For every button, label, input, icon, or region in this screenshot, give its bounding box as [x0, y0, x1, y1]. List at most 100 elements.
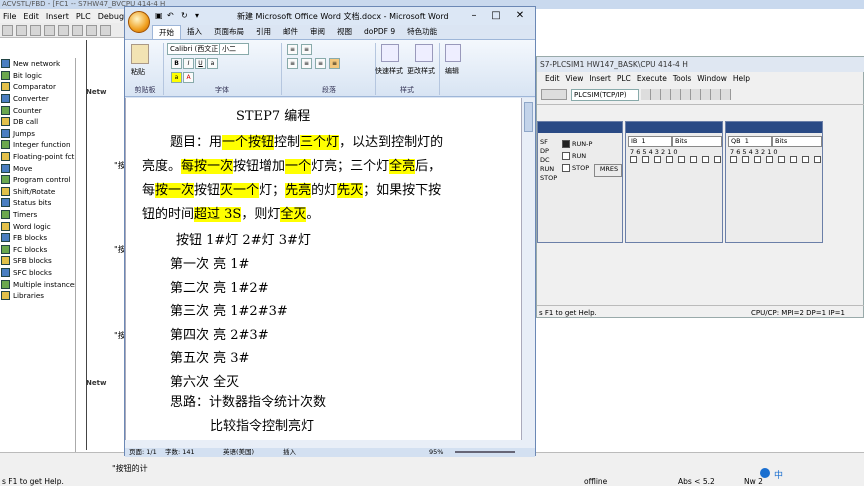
tree-item[interactable]: Counter — [0, 104, 75, 116]
horizontal-scrollbar[interactable] — [125, 440, 535, 448]
ime-lang-indicator[interactable]: 中 — [774, 468, 783, 481]
highlight-icon[interactable]: a — [171, 72, 182, 83]
tree-item[interactable]: SFC blocks — [0, 267, 75, 279]
bullets-icon[interactable]: ≡ — [287, 44, 298, 55]
copy-icon[interactable] — [72, 25, 83, 36]
change-styles-button[interactable]: 更改样式 — [407, 66, 435, 76]
tree-item[interactable]: New network — [0, 58, 75, 70]
zoom-slider[interactable] — [455, 451, 515, 453]
ribbon-tab[interactable]: 页面布局 — [208, 25, 250, 39]
paste-icon[interactable] — [86, 25, 97, 36]
qat-dropdown-icon[interactable]: ▾ — [195, 11, 199, 20]
plcsim-menu-plc[interactable]: PLC — [617, 72, 631, 85]
plcsim-tool-icons[interactable] — [641, 89, 731, 100]
ribbon-tab[interactable]: 视图 — [331, 25, 358, 39]
cpu-panel-header[interactable] — [538, 122, 622, 133]
plcsim-menu-window[interactable]: Window — [697, 72, 727, 85]
run-checkbox[interactable]: RUN — [562, 152, 586, 160]
save-icon[interactable]: ▣ — [155, 11, 163, 20]
new-icon[interactable] — [2, 25, 13, 36]
ribbon-tab[interactable]: 开始 — [152, 25, 181, 39]
tree-item[interactable]: SFB blocks — [0, 255, 75, 267]
tree-item[interactable]: FB blocks — [0, 232, 75, 244]
paste-button[interactable]: 粘贴 — [131, 67, 145, 77]
tree-item[interactable]: DB call — [0, 116, 75, 128]
toolbar-buttons[interactable] — [541, 89, 567, 100]
plcsim-menu-help[interactable]: Help — [733, 72, 750, 85]
ib-address[interactable]: IB 1 — [628, 136, 672, 147]
align-left-icon[interactable]: ≡ — [287, 58, 298, 69]
ribbon-tab[interactable]: 特色功能 — [401, 25, 443, 39]
tree-item[interactable]: Integer function — [0, 139, 75, 151]
mres-button[interactable]: MRES — [594, 164, 622, 177]
ib-bit-checkboxes[interactable] — [630, 156, 721, 163]
qb-address[interactable]: QB 1 — [728, 136, 772, 147]
ribbon-tab[interactable]: 插入 — [181, 25, 208, 39]
maximize-button[interactable]: □ — [489, 10, 503, 22]
menu-item-plc[interactable]: PLC — [76, 12, 91, 21]
ribbon-tab[interactable]: doPDF 9 — [358, 25, 401, 39]
menu-item-file[interactable]: File — [3, 12, 16, 21]
insert-mode[interactable]: 插入 — [283, 448, 296, 457]
menu-item-insert[interactable]: Insert — [46, 12, 69, 21]
cut-icon[interactable] — [58, 25, 69, 36]
tree-item[interactable]: Program control — [0, 174, 75, 186]
edit-button[interactable]: 编辑 — [445, 66, 459, 76]
tree-item[interactable]: Shift/Rotate — [0, 186, 75, 198]
stop-checkbox[interactable]: STOP — [562, 164, 589, 172]
ime-icon[interactable] — [760, 468, 770, 478]
tree-item[interactable]: Bit logic — [0, 70, 75, 82]
document-page[interactable]: STEP7 编程 题目：用一个按钮控制三个灯，以达到控制灯的 亮度。每按一次按钮增… — [125, 98, 521, 440]
menu-item-debug[interactable]: Debug — [98, 12, 124, 21]
undo-icon[interactable] — [100, 25, 111, 36]
zoom-level[interactable]: 95% — [429, 448, 443, 457]
ribbon-tab[interactable]: 审阅 — [304, 25, 331, 39]
tree-item[interactable]: Multiple instances — [0, 278, 75, 290]
strikethrough-button[interactable]: a — [207, 58, 218, 69]
interface-select[interactable]: PLCSIM(TCP/IP) — [571, 89, 639, 101]
align-right-icon[interactable]: ≡ — [315, 58, 326, 69]
vertical-scrollbar[interactable] — [521, 98, 535, 440]
scroll-thumb[interactable] — [524, 102, 533, 132]
plcsim-menu-insert[interactable]: Insert — [589, 72, 611, 85]
plcsim-menu-tools[interactable]: Tools — [673, 72, 691, 85]
tree-item[interactable]: Converter — [0, 93, 75, 105]
font-color-icon[interactable]: A — [183, 72, 194, 83]
font-size-select[interactable]: 小二 — [219, 43, 249, 55]
plcsim-menu-view[interactable]: View — [566, 72, 584, 85]
tree-item[interactable]: Word logic — [0, 220, 75, 232]
ribbon-tab[interactable]: 邮件 — [277, 25, 304, 39]
save-icon[interactable] — [30, 25, 41, 36]
run-p-checkbox[interactable]: RUN-P — [562, 140, 592, 148]
menu-item-edit[interactable]: Edit — [23, 12, 39, 21]
language[interactable]: 英语(美国) — [223, 448, 254, 457]
underline-button[interactable]: U — [195, 58, 206, 69]
qb-bit-checkboxes[interactable] — [730, 156, 821, 163]
output-panel-header[interactable] — [726, 122, 822, 133]
plcsim-menu-edit[interactable]: Edit — [545, 72, 560, 85]
tree-item[interactable]: Timers — [0, 209, 75, 221]
quick-styles-button[interactable]: 快速样式 — [375, 66, 403, 76]
minimize-button[interactable]: – — [467, 10, 481, 22]
print-icon[interactable] — [44, 25, 55, 36]
font-name-select[interactable]: Calibri (西文正 — [167, 43, 221, 55]
close-button[interactable]: ✕ — [513, 10, 527, 22]
qb-format[interactable]: Bits — [772, 136, 822, 147]
italic-button[interactable]: I — [183, 58, 194, 69]
tree-item[interactable]: Comparator — [0, 81, 75, 93]
tree-item[interactable]: Status bits — [0, 197, 75, 209]
align-center-icon[interactable]: ≡ — [301, 58, 312, 69]
tree-item[interactable]: Floating-point fct. — [0, 151, 75, 163]
justify-icon[interactable]: ≡ — [329, 58, 340, 69]
open-icon[interactable] — [16, 25, 27, 36]
numbering-icon[interactable]: ≡ — [301, 44, 312, 55]
undo-icon[interactable]: ↶ — [167, 11, 174, 20]
tree-item[interactable]: Move — [0, 162, 75, 174]
tree-item[interactable]: Libraries — [0, 290, 75, 302]
bold-button[interactable]: B — [171, 58, 182, 69]
tree-item[interactable]: FC blocks — [0, 244, 75, 256]
paste-icon[interactable] — [131, 44, 149, 64]
quick-styles-icon[interactable] — [381, 44, 399, 62]
plcsim-menu-execute[interactable]: Execute — [637, 72, 667, 85]
redo-icon[interactable]: ↻ — [181, 11, 188, 20]
